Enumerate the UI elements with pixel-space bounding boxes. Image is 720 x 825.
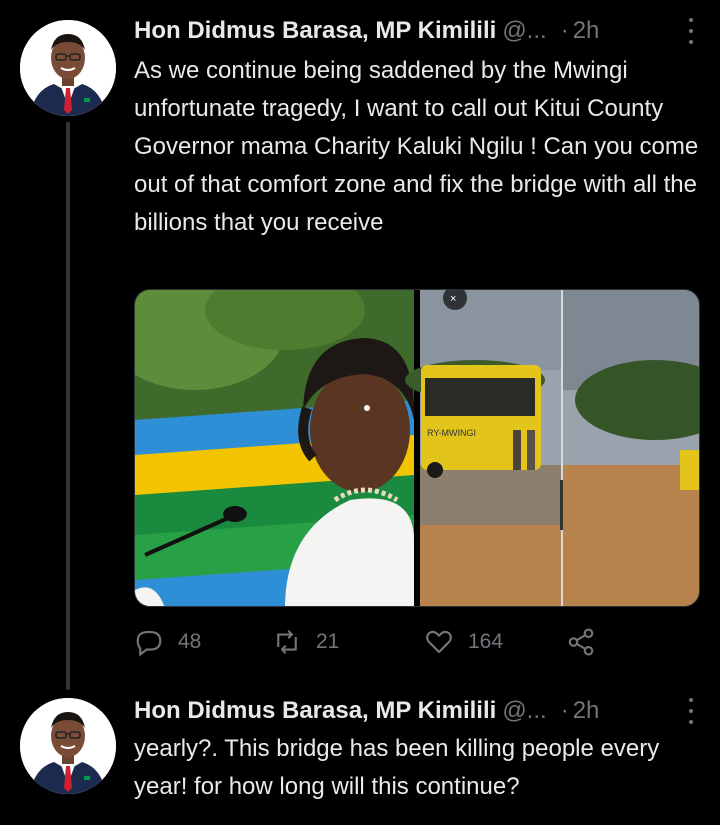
tweet-header: Hon Didmus Barasa, MP Kimilili @... · 2h bbox=[134, 14, 704, 48]
author-avatar[interactable] bbox=[20, 20, 116, 116]
separator-dot: · bbox=[560, 697, 569, 724]
vertical-ellipsis-icon[interactable] bbox=[686, 18, 696, 44]
heart-icon bbox=[426, 630, 452, 654]
tweet-actions: 48 21 164 bbox=[134, 622, 614, 662]
share-button[interactable] bbox=[566, 622, 596, 662]
tweet-text: As we continue being saddened by the Mwi… bbox=[134, 57, 699, 236]
author-avatar[interactable] bbox=[20, 698, 116, 794]
bus-sign-text: RY-MWINGI bbox=[427, 428, 476, 438]
like-button[interactable]: 164 bbox=[424, 622, 503, 662]
tweet-2[interactable]: Hon Didmus Barasa, MP Kimilili @... · 2h… bbox=[0, 690, 720, 825]
media-photo-governor[interactable] bbox=[135, 290, 415, 607]
share-icon bbox=[568, 628, 594, 656]
author-name[interactable]: Hon Didmus Barasa, MP Kimilili bbox=[134, 17, 496, 45]
tweet-header: Hon Didmus Barasa, MP Kimilili @... · 2h bbox=[134, 694, 704, 728]
retweet-icon bbox=[277, 629, 297, 655]
author-handle[interactable]: @... bbox=[502, 697, 546, 725]
like-count: 164 bbox=[468, 630, 504, 653]
retweet-button[interactable]: 21 bbox=[272, 622, 339, 662]
reply-button[interactable]: 48 bbox=[134, 622, 201, 662]
reply-count: 48 bbox=[178, 630, 202, 653]
tweet-timestamp[interactable]: 2h bbox=[573, 697, 600, 725]
speech-bubble-icon bbox=[136, 630, 162, 657]
svg-text:×: × bbox=[450, 293, 456, 305]
tweet-1[interactable]: Hon Didmus Barasa, MP Kimilili @... · 2h… bbox=[0, 0, 720, 690]
separator-dot: · bbox=[560, 17, 569, 44]
tweet-text: yearly?. This bridge has been killing pe… bbox=[134, 735, 660, 800]
tweet-timestamp[interactable]: 2h bbox=[573, 17, 600, 45]
media-photo-river-bus[interactable]: RY-MWINGI × bbox=[405, 290, 700, 607]
retweet-count: 21 bbox=[316, 630, 340, 653]
vertical-ellipsis-icon[interactable] bbox=[686, 698, 696, 724]
author-name[interactable]: Hon Didmus Barasa, MP Kimilili bbox=[134, 697, 496, 725]
tweet-media[interactable]: RY-MWINGI × bbox=[134, 289, 700, 607]
author-handle[interactable]: @... bbox=[502, 17, 546, 45]
